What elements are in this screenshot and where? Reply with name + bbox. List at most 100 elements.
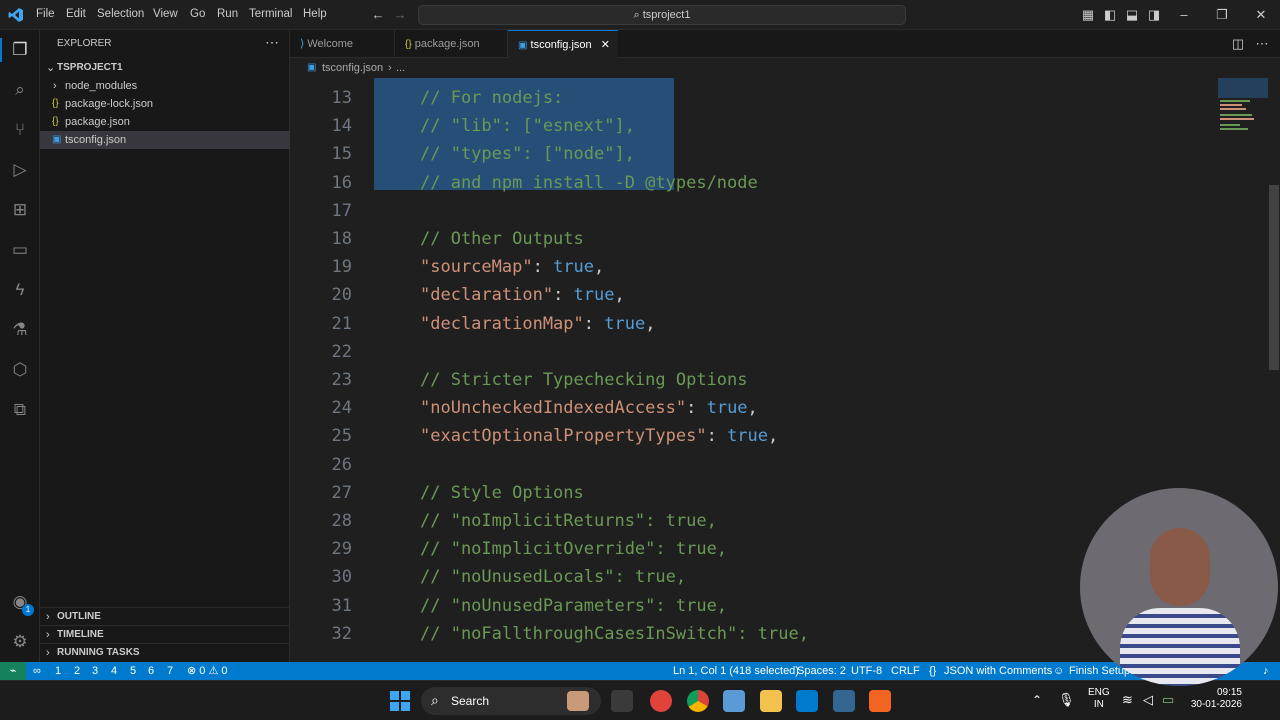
problems-indicator[interactable]: ⊗ 0 ⚠ 0 bbox=[187, 662, 227, 680]
menu-edit[interactable]: Edit bbox=[66, 8, 86, 20]
menu-file[interactable]: File bbox=[36, 8, 55, 20]
workspace-number[interactable]: 3 bbox=[92, 662, 98, 680]
minimap-line bbox=[1220, 124, 1240, 126]
vertical-scrollbar[interactable] bbox=[1269, 185, 1279, 370]
json-key: "noUncheckedIndexedAccess" bbox=[420, 398, 687, 419]
tree-item-package-json[interactable]: {} package.json bbox=[40, 113, 290, 131]
remote-indicator[interactable]: ⌁ bbox=[0, 662, 26, 680]
running-tasks-section[interactable]: › RUNNING TASKS bbox=[40, 643, 290, 661]
json-key: "sourceMap" bbox=[420, 257, 533, 278]
code-editor[interactable]: 13// For nodejs: 14// "lib": ["esnext"], 1… bbox=[290, 78, 1215, 662]
clock[interactable]: 09:15 30-01-2026 bbox=[1190, 687, 1242, 711]
code-text: // "types": ["node"], bbox=[420, 144, 635, 165]
search-icon[interactable]: ⌕ bbox=[8, 78, 32, 102]
settings-gear-icon[interactable]: ⚙ bbox=[8, 630, 32, 654]
workspace-number[interactable]: 7 bbox=[167, 662, 173, 680]
project-folder[interactable]: ⌄ TSPROJECT1 bbox=[40, 59, 290, 77]
more-actions-icon[interactable]: ⋯ bbox=[265, 34, 279, 51]
activity-bar: ❐ ⌕ ⑂ ▷ ⊞ ▭ ϟ ⚗ ⬡ ⧉ ◉ 1 ⚙ bbox=[0, 30, 40, 662]
colon: : bbox=[706, 426, 728, 447]
windows-start-icon[interactable] bbox=[390, 691, 410, 711]
project-manager-icon[interactable]: ⧉ bbox=[8, 398, 32, 422]
cursor-position[interactable]: Ln 1, Col 1 (418 selected) bbox=[673, 662, 799, 680]
language-region: IN bbox=[1093, 699, 1104, 710]
line-number: 13 bbox=[331, 88, 352, 108]
line-number: 26 bbox=[331, 454, 352, 475]
infinity-indicator[interactable]: ∞ bbox=[33, 662, 41, 680]
tab-package-json[interactable]: {} package.json bbox=[395, 30, 508, 58]
volume-icon[interactable]: ◁ bbox=[1143, 692, 1153, 708]
notepad-icon[interactable] bbox=[723, 690, 745, 712]
language-mode[interactable]: JSON with Comments bbox=[944, 662, 1052, 680]
workspace-number[interactable]: 1 bbox=[55, 662, 61, 680]
timeline-section[interactable]: › TIMELINE bbox=[40, 625, 290, 643]
workspace-number[interactable]: 5 bbox=[130, 662, 136, 680]
code-text: // Stricter Typechecking Options bbox=[420, 370, 748, 390]
toggle-panel-icon[interactable]: ⬓ bbox=[1124, 7, 1140, 23]
customize-layout-icon[interactable]: ▦ bbox=[1080, 7, 1096, 23]
battery-icon[interactable]: ▭ bbox=[1162, 692, 1174, 708]
minimize-icon[interactable]: – bbox=[1176, 7, 1192, 23]
vscode-taskbar-icon[interactable] bbox=[796, 690, 818, 712]
file-explorer-icon[interactable] bbox=[760, 690, 782, 712]
chrome-icon[interactable] bbox=[687, 690, 709, 712]
forward-arrow-icon[interactable]: → bbox=[392, 7, 408, 23]
toggle-sidebar-icon[interactable]: ◧ bbox=[1102, 7, 1118, 23]
wifi-icon[interactable]: ≋ bbox=[1122, 692, 1133, 708]
breadcrumb-rest[interactable]: ... bbox=[396, 58, 405, 78]
testing-icon[interactable]: ⚗ bbox=[8, 318, 32, 342]
chevron-up-icon[interactable]: ⌃ bbox=[1032, 693, 1042, 707]
thunder-client-icon[interactable]: ϟ bbox=[8, 278, 32, 302]
maximize-icon[interactable]: ❐ bbox=[1214, 7, 1230, 23]
code-line: 13 // For nodejs: bbox=[290, 84, 1215, 112]
menu-terminal[interactable]: Terminal bbox=[249, 8, 292, 20]
tree-item-tsconfig[interactable]: ▣ tsconfig.json bbox=[40, 131, 290, 149]
workspace-number[interactable]: 6 bbox=[148, 662, 154, 680]
braces-icon: {} bbox=[929, 665, 937, 677]
encoding[interactable]: UTF-8 bbox=[851, 662, 882, 680]
breadcrumb-file[interactable]: tsconfig.json bbox=[322, 58, 383, 78]
command-center-search[interactable]: ⌕ tsproject1 bbox=[418, 5, 906, 25]
app-icon[interactable] bbox=[869, 690, 891, 712]
task-view-icon[interactable] bbox=[611, 690, 633, 712]
postgres-icon[interactable] bbox=[833, 690, 855, 712]
taskbar-search[interactable]: ⌕ Search bbox=[421, 687, 601, 715]
indentation[interactable]: Spaces: 2 bbox=[797, 662, 846, 680]
language-indicator[interactable]: ENG IN bbox=[1088, 687, 1110, 711]
end-of-line[interactable]: CRLF bbox=[891, 662, 920, 680]
containers-icon[interactable]: ⬡ bbox=[8, 358, 32, 382]
line-number: 29 bbox=[331, 539, 352, 560]
line-number: 28 bbox=[331, 511, 352, 531]
toggle-secondary-sidebar-icon[interactable]: ◨ bbox=[1146, 7, 1162, 23]
source-control-icon[interactable]: ⑂ bbox=[8, 118, 32, 142]
workspace-number[interactable]: 2 bbox=[74, 662, 80, 680]
menu-selection[interactable]: Selection bbox=[97, 8, 144, 20]
extensions-icon[interactable]: ⊞ bbox=[8, 198, 32, 222]
close-window-icon[interactable]: ✕ bbox=[1253, 7, 1269, 23]
tree-item-package-lock[interactable]: {} package-lock.json bbox=[40, 95, 290, 113]
tree-item-node-modules[interactable]: › node_modules bbox=[40, 77, 290, 95]
app-icon[interactable] bbox=[650, 690, 672, 712]
tab-welcome[interactable]: ⟩ Welcome bbox=[290, 30, 395, 58]
split-editor-icon[interactable]: ◫ bbox=[1230, 36, 1246, 52]
more-actions-icon[interactable]: ⋯ bbox=[1254, 36, 1270, 52]
remote-explorer-icon[interactable]: ▭ bbox=[8, 238, 32, 262]
code-line: 31 // "noUnusedParameters": true, bbox=[290, 592, 1215, 620]
run-debug-icon[interactable]: ▷ bbox=[8, 158, 32, 182]
explorer-icon[interactable]: ❐ bbox=[8, 38, 32, 62]
json-key: "exactOptionalPropertyTypes" bbox=[420, 426, 707, 447]
close-tab-icon[interactable]: ✕ bbox=[601, 39, 610, 51]
microphone-icon[interactable]: 🎙 bbox=[1058, 692, 1075, 708]
outline-section[interactable]: › OUTLINE bbox=[40, 607, 290, 625]
menu-go[interactable]: Go bbox=[190, 8, 205, 20]
menu-help[interactable]: Help bbox=[303, 8, 327, 20]
menu-run[interactable]: Run bbox=[217, 8, 238, 20]
line-number: 32 bbox=[331, 623, 352, 644]
tab-tsconfig-json[interactable]: ▣ tsconfig.json ✕ bbox=[508, 30, 618, 59]
notifications-bell-icon[interactable]: ♪ bbox=[1263, 662, 1269, 680]
workspace-number[interactable]: 4 bbox=[111, 662, 117, 680]
back-arrow-icon[interactable]: ← bbox=[370, 7, 386, 23]
menu-view[interactable]: View bbox=[153, 8, 178, 20]
comma: , bbox=[645, 313, 656, 334]
minimap-selection bbox=[1218, 78, 1268, 98]
